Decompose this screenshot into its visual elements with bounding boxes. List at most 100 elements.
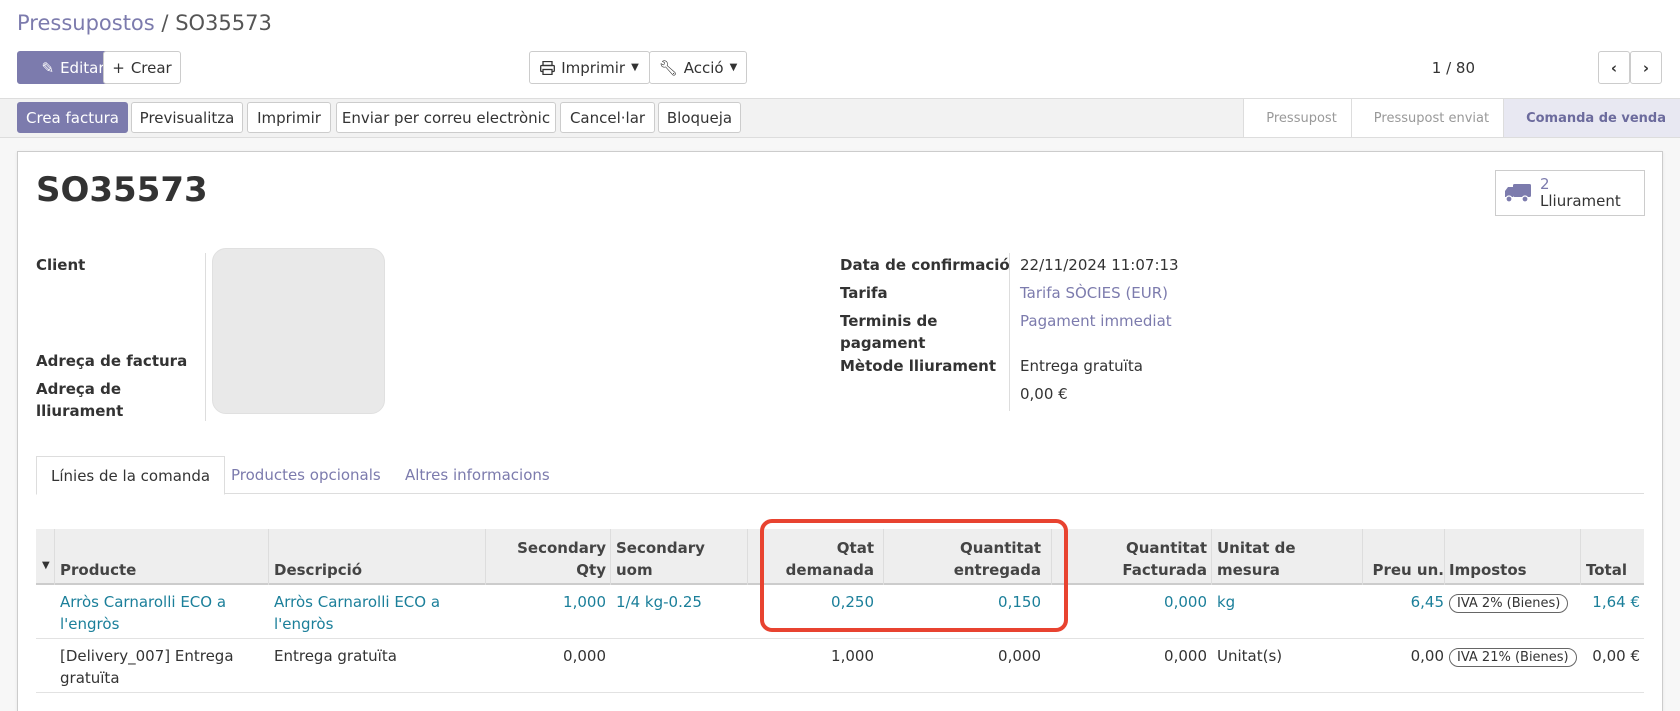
pricelist-link[interactable]: Tarifa SÒCIES (EUR) <box>1020 282 1168 304</box>
cell-secondary-qty[interactable]: 1,000 <box>491 591 606 613</box>
sort-caret-icon[interactable]: ▼ <box>42 560 50 571</box>
cell-uom[interactable]: kg <box>1217 591 1337 613</box>
lock-button[interactable]: Bloqueja <box>658 102 741 133</box>
column-separator <box>1444 529 1445 585</box>
column-separator <box>1362 529 1363 585</box>
table-row[interactable]: [Delivery_007] Entrega gratuïta Entrega … <box>36 639 1644 693</box>
control-panel: Pressupostos / SO35573 ✎ Editar + Crear … <box>0 0 1680 98</box>
field-divider <box>205 253 206 421</box>
cell-product[interactable]: Arròs Carnarolli ECO a l'engròs <box>60 591 260 635</box>
status-stages: Pressupost Pressupost enviat Comanda de … <box>1243 99 1680 137</box>
edit-button-label: Editar <box>60 58 105 77</box>
printer-icon <box>540 60 556 75</box>
column-separator <box>610 529 611 585</box>
stage-quotation[interactable]: Pressupost <box>1243 99 1351 137</box>
column-header-product[interactable]: Producte <box>60 535 250 581</box>
cell-uom[interactable]: Unitat(s) <box>1217 645 1337 667</box>
stage-sales-order[interactable]: Comanda de venda <box>1503 99 1680 137</box>
caret-down-icon: ▼ <box>631 62 639 73</box>
column-separator <box>268 529 269 585</box>
print-dropdown-label: Imprimir <box>561 58 626 77</box>
column-header-qty-delivered[interactable]: Quantitat entregada <box>889 535 1041 581</box>
notebook-tabs: Línies de la comanda Productes opcionals… <box>36 456 1644 495</box>
column-header-qty-invoiced[interactable]: Quantitat Facturada <box>1061 535 1207 581</box>
cell-total[interactable]: 1,64 € <box>1580 591 1640 613</box>
pager-next-button[interactable]: › <box>1630 51 1662 84</box>
column-header-uom[interactable]: Unitat de mesura <box>1217 535 1337 581</box>
confirmation-date-value: 22/11/2024 11:07:13 <box>1020 256 1179 274</box>
delivery-address-label: Adreça de lliurament <box>36 380 124 420</box>
create-button-label: Crear <box>130 58 172 77</box>
column-header-qty-ordered[interactable]: Qtat demanada <box>751 535 874 581</box>
wrench-icon: 🔧︎ <box>658 58 678 77</box>
preview-button[interactable]: Previsualitza <box>131 102 243 133</box>
pager-value[interactable]: 1 / 80 <box>1432 59 1475 77</box>
chevron-right-icon: › <box>1642 58 1650 77</box>
breadcrumb-current: SO35573 <box>175 11 272 35</box>
action-dropdown-label: Acció <box>683 58 724 77</box>
delivery-count: 2 <box>1540 175 1550 193</box>
chevron-left-icon: ‹ <box>1610 58 1618 77</box>
column-separator <box>1051 529 1052 585</box>
pencil-icon: ✎ <box>41 58 55 77</box>
cancel-button[interactable]: Cancel·lar <box>560 102 655 133</box>
cell-description[interactable]: Entrega gratuïta <box>274 645 474 667</box>
create-button[interactable]: + Crear <box>103 51 181 84</box>
breadcrumb-separator: / <box>161 11 169 35</box>
pricelist-label: Tarifa <box>840 284 888 302</box>
tab-other-info[interactable]: Altres informacions <box>405 456 550 494</box>
action-dropdown[interactable]: 🔧︎ Acció ▼ <box>649 51 747 84</box>
tab-optional-products[interactable]: Productes opcionals <box>231 456 381 494</box>
column-separator <box>1580 529 1581 585</box>
cell-product[interactable]: [Delivery_007] Entrega gratuïta <box>60 645 260 689</box>
cell-taxes[interactable]: IVA 2% (Bienes) <box>1449 591 1577 613</box>
stage-quotation-sent[interactable]: Pressupost enviat <box>1350 99 1504 137</box>
column-separator <box>747 529 748 585</box>
delivery-method-label: Mètode lliurament <box>840 357 996 375</box>
client-avatar[interactable] <box>212 248 385 414</box>
cell-qty-invoiced[interactable]: 0,000 <box>1061 645 1207 667</box>
breadcrumb: Pressupostos / SO35573 <box>17 11 272 35</box>
cell-unit-price[interactable]: 6,45 <box>1368 591 1444 613</box>
table-header: ▼ Producte Descripció Secondary Qty Seco… <box>36 529 1644 585</box>
client-label: Client <box>36 256 86 274</box>
cell-secondary-uom[interactable]: 1/4 kg-0.25 <box>616 591 744 613</box>
column-header-total[interactable]: Total <box>1586 535 1642 581</box>
cell-qty-delivered[interactable]: 0,000 <box>889 645 1041 667</box>
delivery-amount-value: 0,00 € <box>1020 385 1068 403</box>
truck-icon <box>1505 184 1531 203</box>
tab-order-lines[interactable]: Línies de la comanda <box>36 456 226 495</box>
cell-unit-price[interactable]: 0,00 <box>1368 645 1444 667</box>
breadcrumb-parent-link[interactable]: Pressupostos <box>17 11 155 35</box>
cell-description[interactable]: Arròs Carnarolli ECO a l'engròs <box>274 591 474 635</box>
delivery-label: Lliurament <box>1540 192 1621 210</box>
cell-qty-ordered[interactable]: 1,000 <box>751 645 874 667</box>
column-separator <box>54 529 55 585</box>
cell-qty-ordered[interactable]: 0,250 <box>751 591 874 613</box>
cell-taxes[interactable]: IVA 21% (Bienes) <box>1449 645 1577 667</box>
plus-icon: + <box>112 58 125 77</box>
column-header-secondary-qty[interactable]: Secondary Qty <box>491 535 606 581</box>
table-row[interactable]: Arròs Carnarolli ECO a l'engròs Arròs Ca… <box>36 585 1644 639</box>
column-header-description[interactable]: Descripció <box>274 535 474 581</box>
print-button[interactable]: Imprimir <box>247 102 331 133</box>
cell-qty-delivered[interactable]: 0,150 <box>889 591 1041 613</box>
cell-total[interactable]: 0,00 € <box>1580 645 1640 667</box>
cell-secondary-qty[interactable]: 0,000 <box>491 645 606 667</box>
delivery-smart-button[interactable]: 2 Lliurament <box>1495 170 1645 216</box>
tax-badge: IVA 2% (Bienes) <box>1449 594 1569 613</box>
field-divider <box>1009 253 1010 411</box>
cell-qty-invoiced[interactable]: 0,000 <box>1061 591 1207 613</box>
tax-badge: IVA 21% (Bienes) <box>1449 648 1577 667</box>
payment-terms-label: Terminis de pagament <box>840 312 938 352</box>
print-dropdown[interactable]: Imprimir ▼ <box>529 51 650 84</box>
create-invoice-button[interactable]: Crea factura <box>17 102 128 133</box>
send-email-button[interactable]: Enviar per correu electrònic <box>336 102 556 133</box>
column-header-secondary-uom[interactable]: Secondary uom <box>616 535 728 581</box>
column-header-taxes[interactable]: Impostos <box>1449 535 1569 581</box>
column-separator <box>883 529 884 585</box>
pager-previous-button[interactable]: ‹ <box>1598 51 1630 84</box>
payment-terms-link[interactable]: Pagament immediat <box>1020 310 1172 332</box>
caret-down-icon: ▼ <box>729 62 738 73</box>
column-header-unit-price[interactable]: Preu un. <box>1368 535 1444 581</box>
